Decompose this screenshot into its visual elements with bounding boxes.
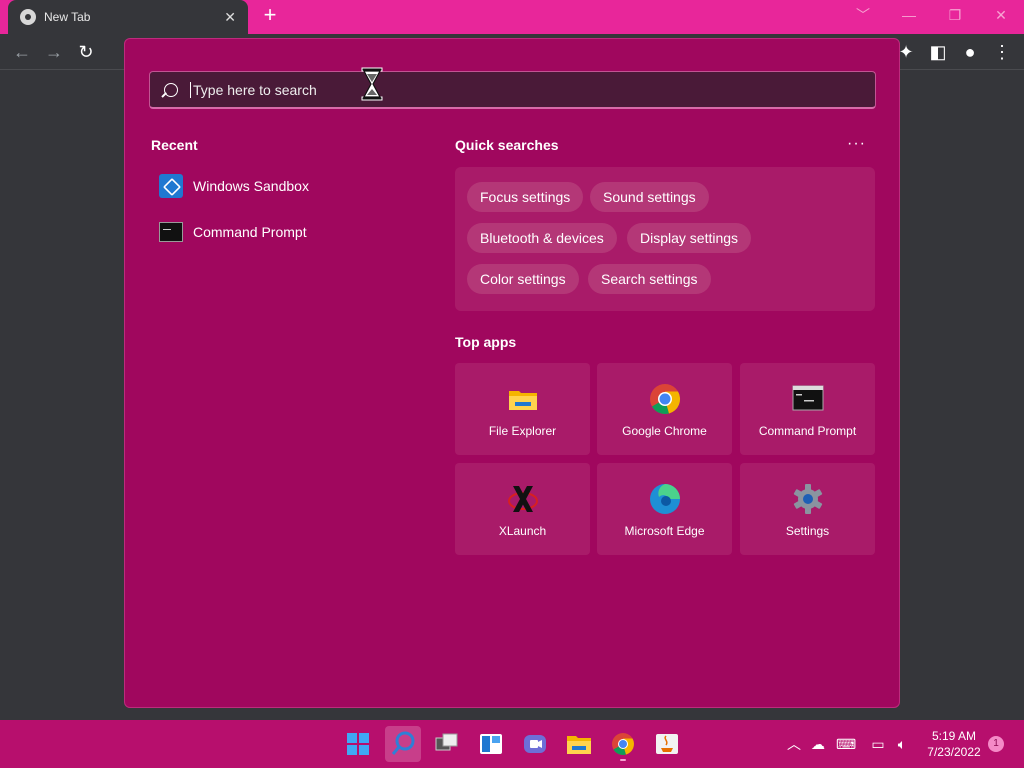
app-tile-google-chrome[interactable]: Google Chrome	[597, 363, 732, 455]
file-explorer-taskbar-button[interactable]	[561, 726, 597, 762]
notification-badge[interactable]: 1	[988, 736, 1004, 752]
browser-tab[interactable]: New Tab ✕	[8, 0, 248, 34]
windows-logo-icon	[347, 733, 369, 755]
chip-sound-settings[interactable]: Sound settings	[590, 182, 709, 212]
tab-title: New Tab	[44, 10, 91, 24]
side-panel-icon[interactable]: ◧	[926, 40, 950, 64]
command-prompt-icon	[792, 385, 823, 411]
chip-display-settings[interactable]: Display settings	[627, 223, 752, 253]
clock-date: 7/23/2022	[927, 745, 981, 759]
x-icon	[507, 486, 538, 512]
app-label: Google Chrome	[622, 424, 707, 438]
chrome-icon	[649, 384, 680, 415]
onedrive-icon[interactable]: ☁	[809, 735, 827, 753]
search-panel: Recent Windows Sandbox Command Prompt Qu…	[124, 38, 900, 708]
minimize-button[interactable]: —	[886, 0, 932, 30]
app-label: Settings	[785, 524, 830, 538]
command-prompt-icon	[159, 222, 183, 242]
chrome-taskbar-button[interactable]	[605, 726, 641, 762]
chat-icon	[524, 735, 546, 753]
windows-sandbox-icon	[159, 174, 183, 198]
app-label: Command Prompt	[758, 424, 857, 438]
recent-item-label: Windows Sandbox	[193, 178, 309, 194]
quick-searches-title: Quick searches	[455, 137, 559, 153]
search-icon	[164, 82, 178, 97]
recent-title: Recent	[151, 137, 198, 153]
more-options-icon[interactable]: ···	[847, 135, 866, 153]
close-window-button[interactable]: ✕	[978, 0, 1024, 30]
tab-search-icon[interactable]: ﹀	[840, 0, 886, 30]
app-tile-file-explorer[interactable]: File Explorer	[455, 363, 590, 455]
tab-close-icon[interactable]: ✕	[224, 9, 236, 26]
new-tab-button[interactable]: +	[258, 4, 282, 28]
edge-icon	[649, 484, 680, 514]
volume-icon[interactable]: 🔈︎	[893, 735, 911, 753]
gear-icon	[793, 484, 822, 514]
widgets-button[interactable]	[473, 726, 509, 762]
folder-icon	[508, 391, 537, 410]
task-view-button[interactable]	[429, 726, 465, 762]
forward-icon[interactable]: →	[42, 40, 66, 64]
chip-search-settings[interactable]: Search settings	[588, 264, 711, 294]
app-tile-command-prompt[interactable]: Command Prompt	[740, 363, 875, 455]
teams-chat-button[interactable]	[517, 726, 553, 762]
task-view-icon	[435, 733, 458, 751]
chrome-favicon-icon	[20, 9, 36, 25]
app-label: Microsoft Edge	[624, 524, 705, 538]
app-tile-settings[interactable]: Settings	[740, 463, 875, 555]
chrome-icon	[612, 733, 634, 761]
menu-icon[interactable]: ⋮	[990, 40, 1014, 64]
recent-item-command-prompt[interactable]: Command Prompt	[159, 219, 307, 245]
app-label: XLaunch	[498, 524, 547, 538]
search-icon	[391, 731, 415, 755]
app-tile-microsoft-edge[interactable]: Microsoft Edge	[597, 463, 732, 555]
restore-button[interactable]: ❐	[932, 0, 978, 30]
app-label: File Explorer	[488, 424, 557, 438]
chip-bluetooth-devices[interactable]: Bluetooth & devices	[467, 223, 617, 253]
start-button[interactable]	[340, 726, 376, 762]
show-hidden-icons-icon[interactable]: ︿	[785, 735, 803, 753]
java-taskbar-button[interactable]	[649, 726, 685, 762]
back-icon[interactable]: ←	[10, 40, 34, 64]
browser-titlebar: New Tab ✕ + ﹀ — ❐ ✕	[0, 0, 1024, 34]
network-icon[interactable]: ▭	[869, 735, 887, 753]
chip-color-settings[interactable]: Color settings	[467, 264, 579, 294]
search-box[interactable]	[149, 71, 876, 109]
chip-focus-settings[interactable]: Focus settings	[467, 182, 584, 212]
widgets-icon	[480, 734, 502, 754]
keyboard-icon[interactable]: ⌨	[836, 735, 856, 753]
folder-icon	[567, 736, 591, 754]
recent-item-label: Command Prompt	[193, 224, 307, 240]
java-icon	[656, 734, 678, 754]
clock-time: 5:19 AM	[931, 729, 977, 743]
busy-cursor-icon	[361, 67, 383, 101]
taskbar-search-button[interactable]	[385, 726, 421, 762]
quick-searches-box: Focus settings Sound settings Bluetooth …	[455, 167, 875, 311]
search-input[interactable]	[190, 81, 790, 98]
recent-item-windows-sandbox[interactable]: Windows Sandbox	[159, 173, 309, 199]
reload-icon[interactable]: ↻	[74, 40, 98, 64]
clock[interactable]: 5:19 AM 7/23/2022	[918, 728, 990, 760]
taskbar: ︿ ☁ ⌨ ▭ 🔈︎ 5:19 AM 7/23/2022	[0, 720, 1024, 768]
profile-icon[interactable]: ●	[958, 40, 982, 64]
app-tile-xlaunch[interactable]: XLaunch	[455, 463, 590, 555]
top-apps-title: Top apps	[455, 334, 517, 350]
